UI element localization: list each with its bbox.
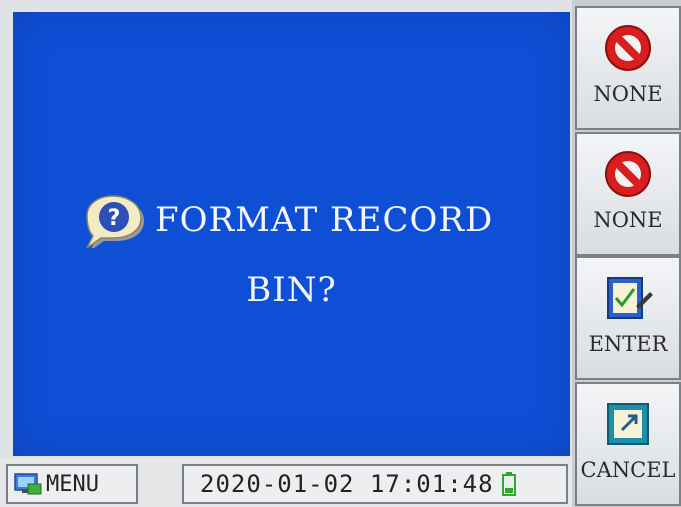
prompt-line-1: ? FORMAT RECORD xyxy=(77,192,493,248)
menu-icon xyxy=(14,473,42,495)
datetime-display: 2020-01-02 17:01:48 xyxy=(182,464,568,504)
question-bubble-icon: ? xyxy=(86,195,144,248)
softkey-label: ENTER xyxy=(588,332,668,356)
softkey-label: NONE xyxy=(593,208,663,232)
softkey-panel: NONE NONE ENTER CANCEL xyxy=(572,0,681,507)
prompt-line-2: BIN? xyxy=(246,270,337,310)
prohibited-icon xyxy=(605,151,651,197)
softkey-4-cancel[interactable]: CANCEL xyxy=(575,382,681,506)
svg-text:?: ? xyxy=(108,206,121,231)
menu-label: MENU xyxy=(46,471,99,497)
menu-button[interactable]: MENU xyxy=(6,464,138,504)
device-screen: ? FORMAT RECORD BIN? NONE NONE ENTER CAN… xyxy=(0,0,681,507)
datetime-text: 2020-01-02 17:01:48 xyxy=(200,470,494,498)
status-bar: MENU 2020-01-02 17:01:48 xyxy=(0,458,572,507)
softkey-1-none[interactable]: NONE xyxy=(575,6,681,130)
prompt-question-text: FORMAT RECORD xyxy=(155,200,494,240)
confirm-dialog: ? FORMAT RECORD BIN? xyxy=(13,12,570,456)
prohibited-icon xyxy=(605,25,651,71)
confirm-icon xyxy=(607,277,653,319)
cancel-icon xyxy=(607,403,649,445)
softkey-label: NONE xyxy=(593,82,663,106)
softkey-3-enter[interactable]: ENTER xyxy=(575,256,681,380)
softkey-2-none[interactable]: NONE xyxy=(575,132,681,256)
softkey-label: CANCEL xyxy=(580,458,676,482)
battery-icon xyxy=(501,472,516,496)
